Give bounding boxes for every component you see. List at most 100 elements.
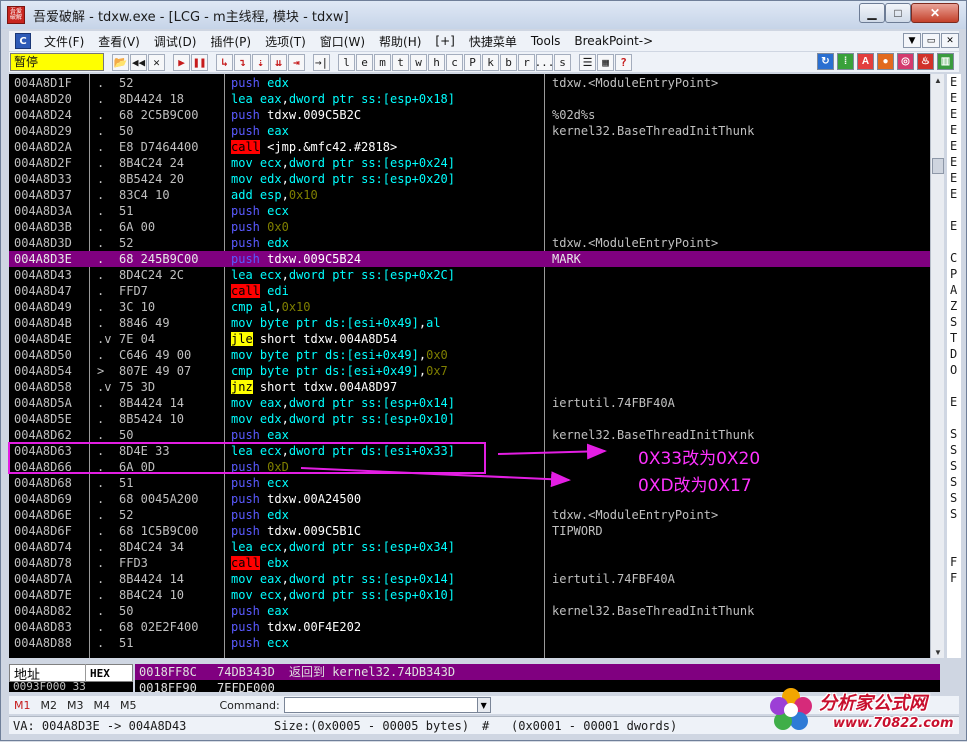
grid-icon[interactable]: ⁞ <box>837 53 854 70</box>
stack-row[interactable]: 0018FF8C 74DB343D 返回到 kernel32.74DB343D <box>135 664 940 680</box>
disasm-row[interactable]: 004A8D68. 51 push ecx <box>9 475 944 491</box>
run-icon[interactable]: ▶ <box>173 53 190 71</box>
menu-item[interactable]: 帮助(H) <box>372 33 428 50</box>
window-shortcut-more-button[interactable]: ... <box>535 53 554 71</box>
disasm-row[interactable]: 004A8D7E. 8B4C24 10 mov ecx,dword ptr ss:[… <box>9 587 944 603</box>
trace-into-icon[interactable]: ⇣ <box>252 53 269 71</box>
dump-address-label[interactable]: 地址 <box>10 663 86 683</box>
window-shortcut-k-button[interactable]: k <box>482 53 499 71</box>
minimize-button[interactable]: ▁ <box>859 3 885 23</box>
disasm-row[interactable]: 004A8D50. C646 49 00 mov byte ptr ds:[esi+… <box>9 347 944 363</box>
help-icon[interactable]: ? <box>615 53 632 71</box>
window-shortcut-r-button[interactable]: r <box>518 53 535 71</box>
disasm-row[interactable]: 004A8D47. FFD7 call edi <box>9 283 944 299</box>
scroll-up-icon[interactable]: ▲ <box>932 74 944 86</box>
title-bar[interactable]: 吾爱破解 吾爱破解 - tdxw.exe - [LCG - m主线程, 模块 -… <box>1 1 966 29</box>
mdi-maximize-icon[interactable]: ▭ <box>922 33 940 48</box>
menu-item[interactable]: 调试(D) <box>147 33 204 50</box>
menu-item[interactable]: Tools <box>524 34 568 48</box>
disasm-row[interactable]: 004A8D3D. 52 push edx tdxw.<ModuleEntryPoin… <box>9 235 944 251</box>
disasm-row[interactable]: 004A8D29. 50 push eax kernel32.BaseThreadIn… <box>9 123 944 139</box>
menu-item[interactable]: 文件(F) <box>37 33 91 50</box>
close-proc-icon[interactable]: ✕ <box>148 53 165 71</box>
disasm-row[interactable]: 004A8D54 >807E 49 07 cmp byte ptr ds:[esi+… <box>9 363 944 379</box>
disasm-row[interactable]: 004A8D20. 8D4424 18 lea eax,dword ptr ss:[… <box>9 91 944 107</box>
tab-m5[interactable]: M5 <box>115 699 142 712</box>
disasm-row[interactable]: 004A8D4B. 8846 49 mov byte ptr ds:[esi+0x4… <box>9 315 944 331</box>
disasm-row[interactable]: 004A8D49. 3C 10 cmp al,0x10 <box>9 299 944 315</box>
disasm-row[interactable]: 004A8D33. 8B5424 20 mov edx,dword ptr ss:[… <box>9 171 944 187</box>
pause-icon[interactable]: ❚❚ <box>191 53 208 71</box>
disasm-row[interactable]: 004A8D6F. 68 1C5B9C00 push tdxw.009C5B1C TI… <box>9 523 944 539</box>
disasm-row[interactable]: 004A8D37. 83C4 10 add esp,0x10 <box>9 187 944 203</box>
disasm-row[interactable]: 004A8D24. 68 2C5B9C00 push tdxw.009C5B2C %0… <box>9 107 944 123</box>
tab-m4[interactable]: M4 <box>89 699 116 712</box>
disasm-row[interactable]: 004A8D7A. 8B4424 14 mov eax,dword ptr ss:[… <box>9 571 944 587</box>
restart-icon[interactable]: ◀◀ <box>130 53 147 71</box>
menu-item[interactable]: 窗口(W) <box>313 33 372 50</box>
menu-item[interactable]: [+] <box>428 34 461 48</box>
window-shortcut-c-button[interactable]: c <box>446 53 463 71</box>
menu-item[interactable]: 查看(V) <box>91 33 147 50</box>
bars-icon[interactable]: ▥ <box>937 53 954 70</box>
scroll-down-icon[interactable]: ▼ <box>932 646 944 658</box>
disasm-row[interactable]: 004A8D88. 51 push ecx <box>9 635 944 651</box>
circle-icon[interactable]: ● <box>877 53 894 70</box>
step-over-icon[interactable]: ↴ <box>234 53 251 71</box>
disasm-row[interactable]: 004A8D4E .v 7E 04 jle short tdxw.004A8D54 <box>9 331 944 347</box>
window-shortcut-h-button[interactable]: h <box>428 53 445 71</box>
disasm-row[interactable]: 004A8D78. FFD3 call ebx <box>9 555 944 571</box>
disasm-row[interactable]: 004A8D3B. 6A 00 push 0x0 <box>9 219 944 235</box>
menu-item[interactable]: 插件(P) <box>203 33 258 50</box>
mdi-close-icon[interactable]: ✕ <box>941 33 959 48</box>
disasm-row[interactable]: 004A8D2A. E8 D7464400 call <jmp.&mfc42.#28… <box>9 139 944 155</box>
disassembly-pane[interactable]: 004A8D1F. 52 push edx tdxw.<ModuleEntryPoin… <box>9 74 944 658</box>
disasm-row[interactable]: 004A8D82. 50 push eax kernel32.BaseThreadIn… <box>9 603 944 619</box>
target-icon[interactable]: ◎ <box>897 53 914 70</box>
window-shortcut-m-button[interactable]: m <box>374 53 391 71</box>
disassembly-scrollbar[interactable]: ▲ ▼ <box>930 74 944 658</box>
disasm-row[interactable]: 004A8D58 .v 75 3D jnz short tdxw.004A8D97 <box>9 379 944 395</box>
disasm-row[interactable]: 004A8D5A. 8B4424 14 mov eax,dword ptr ss:[… <box>9 395 944 411</box>
close-button[interactable]: ✕ <box>911 3 959 23</box>
window-shortcut-l-button[interactable]: l <box>338 53 355 71</box>
disasm-row[interactable]: 004A8D69. 68 0045A200 push tdxw.00A24500 <box>9 491 944 507</box>
execute-till-return-icon[interactable]: ⇥ <box>288 53 305 71</box>
command-input[interactable] <box>283 697 478 713</box>
tab-m1[interactable]: M1 <box>9 699 36 712</box>
disasm-row[interactable]: 004A8D2F. 8B4C24 24 mov ecx,dword ptr ss:[… <box>9 155 944 171</box>
window-shortcut-e-button[interactable]: e <box>356 53 373 71</box>
a-icon[interactable]: A <box>857 53 874 70</box>
tab-m3[interactable]: M3 <box>62 699 89 712</box>
maximize-button[interactable]: □ <box>885 3 911 23</box>
menu-item[interactable]: 快捷菜单 <box>462 33 524 50</box>
disasm-row[interactable]: 004A8D6E. 52 push edx tdxw.<ModuleEntryPoin… <box>9 507 944 523</box>
dump-hex-label[interactable]: HEX <box>86 667 110 680</box>
disasm-row[interactable]: 004A8D3E. 68 245B9C00 push tdxw.009C5B24 MA… <box>9 251 944 267</box>
tab-m2[interactable]: M2 <box>36 699 63 712</box>
dump-row[interactable]: 0093F000 33 <box>9 682 133 692</box>
flame-icon[interactable]: ♨ <box>917 53 934 70</box>
disasm-row[interactable]: 004A8D3A. 51 push ecx <box>9 203 944 219</box>
window-shortcut-s-button[interactable]: s <box>554 53 571 71</box>
cpu-window-icon[interactable]: C <box>15 33 31 49</box>
menu-item[interactable]: 选项(T) <box>258 33 313 50</box>
menu-item[interactable]: BreakPoint-> <box>567 34 660 48</box>
scrollbar-thumb[interactable] <box>932 158 944 174</box>
mdi-restore-icon[interactable]: ▼ <box>903 33 921 48</box>
window-shortcut-p-button[interactable]: P <box>464 53 481 71</box>
chevron-down-icon[interactable]: ▼ <box>476 697 491 713</box>
disasm-row[interactable]: 004A8D1F. 52 push edx tdxw.<ModuleEntryPoin… <box>9 75 944 91</box>
window-shortcut-w-button[interactable]: w <box>410 53 427 71</box>
list-icon[interactable]: ☰ <box>579 53 596 71</box>
trace-over-icon[interactable]: ⇊ <box>270 53 287 71</box>
disasm-row[interactable]: 004A8D62. 50 push eax kernel32.BaseThreadIn… <box>9 427 944 443</box>
step-into-icon[interactable]: ↳ <box>216 53 233 71</box>
disasm-row[interactable]: 004A8D43. 8D4C24 2C lea ecx,dword ptr ss:[… <box>9 267 944 283</box>
goto-icon[interactable]: →| <box>313 53 330 71</box>
open-icon[interactable]: 📂 <box>112 53 129 71</box>
refresh-icon[interactable]: ↻ <box>817 53 834 70</box>
disasm-row[interactable]: 004A8D83. 68 02E2F400 push tdxw.00F4E202 <box>9 619 944 635</box>
window-shortcut-t-button[interactable]: t <box>392 53 409 71</box>
window-shortcut-b-button[interactable]: b <box>500 53 517 71</box>
